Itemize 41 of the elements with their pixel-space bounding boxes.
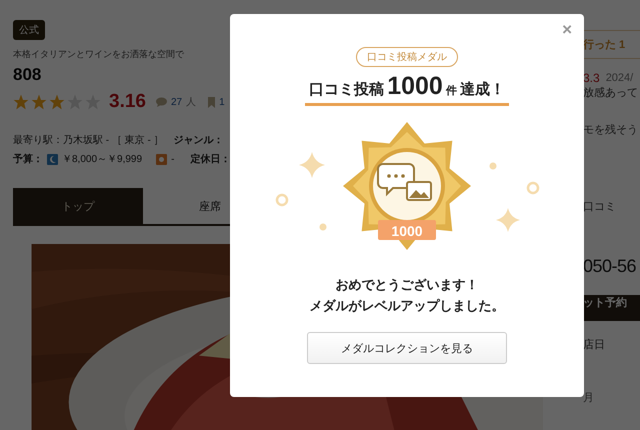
restaurant-tagline: 本格イタリアンとワインをお洒落な空間で xyxy=(13,48,184,61)
rating-score: 3.16 xyxy=(109,91,146,113)
moon-icon xyxy=(47,154,58,164)
reviews-label: 口コミ xyxy=(583,200,616,214)
bookmark-count: 1 xyxy=(219,96,225,108)
review-count: 27 xyxy=(170,96,182,108)
speech-bubble-icon xyxy=(156,97,167,107)
sun-icon xyxy=(156,154,168,164)
medal-collection-button[interactable]: メダルコレクションを見る xyxy=(307,332,507,364)
count-unit: 件 xyxy=(446,84,457,98)
title-prefix: 口コミ投稿 xyxy=(309,80,384,99)
medal-level: 1000 xyxy=(391,223,423,239)
lunch-budget: - xyxy=(171,154,174,164)
budget-label: 予算： xyxy=(13,152,43,166)
post-count: 1000 xyxy=(387,72,443,101)
phone-number: 050-56 xyxy=(583,256,636,277)
congratulation-message: おめでとうございます！ xyxy=(336,276,478,294)
ring-icon xyxy=(526,182,540,194)
review-excerpt: 放感あって xyxy=(583,86,638,100)
bookmark-icon xyxy=(208,96,216,108)
page-tab[interactable]: トップ xyxy=(13,188,143,224)
dot-icon xyxy=(490,162,496,170)
genre-label: ジャンル： xyxy=(174,134,224,147)
holiday-info: 定休日： xyxy=(190,152,230,166)
sparkle-icon xyxy=(299,152,325,178)
official-badge: 公式 xyxy=(13,20,45,40)
congratulation-message: メダルがレベルアップしました。 xyxy=(310,297,504,315)
dot-icon xyxy=(320,224,326,230)
dinner-budget: ￥8,000～￥9,999 xyxy=(62,153,142,166)
nearest-station: 最寄り駅：乃木坂駅 - ［ 東京 - ］ xyxy=(13,134,164,147)
title-suffix: 達成！ xyxy=(460,80,505,99)
review-score: 3.3 xyxy=(583,71,600,85)
sparkle-icon xyxy=(496,208,520,232)
memo-prompt: モを残そう xyxy=(583,123,638,137)
reserve-label: ット予約 xyxy=(583,296,627,310)
close-button[interactable]: × xyxy=(562,20,572,40)
date-label: 店日 xyxy=(583,338,605,352)
weekday-label: 月 xyxy=(583,391,594,405)
medal-category: 口コミ投稿メダル xyxy=(356,47,458,67)
ring-icon xyxy=(276,194,288,206)
restaurant-name: 808 xyxy=(13,65,42,85)
